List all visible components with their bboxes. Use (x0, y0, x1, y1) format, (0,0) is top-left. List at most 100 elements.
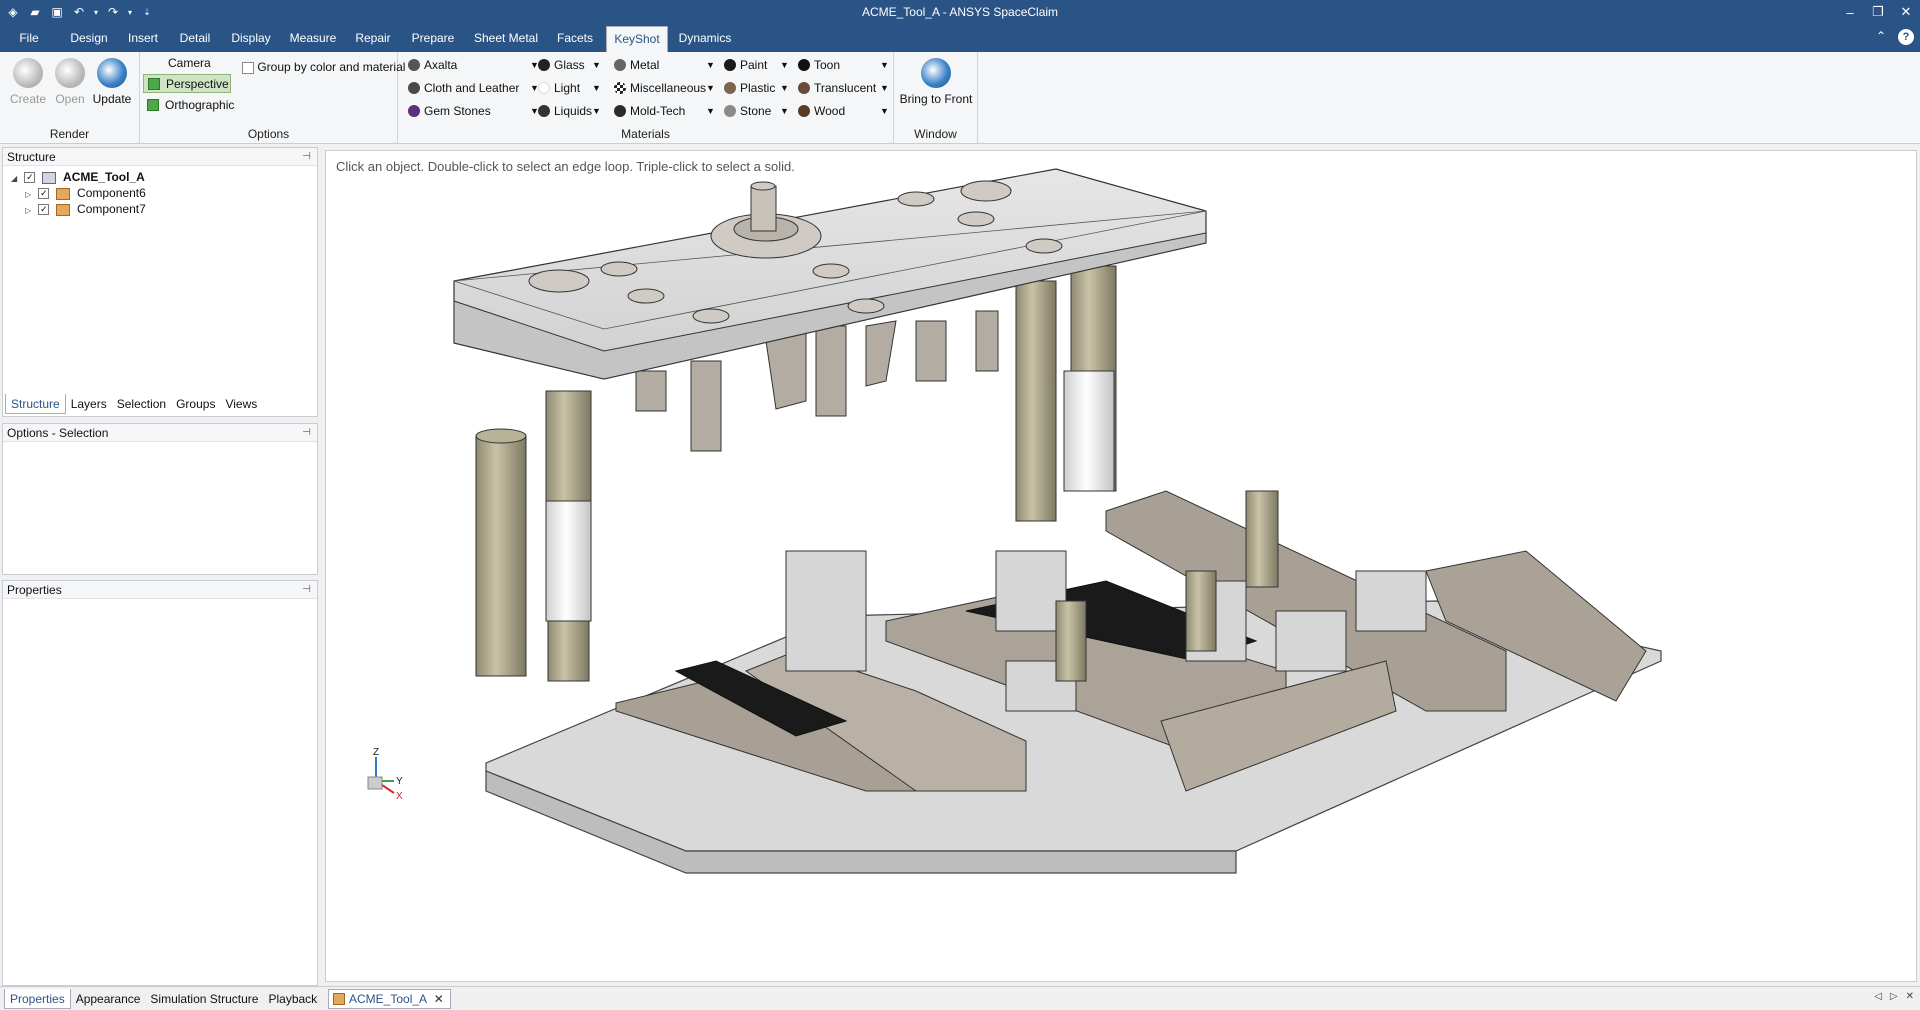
title-bar: ◈ ▰ ▣ ↶ ▾ ↷ ▾ ⇣ ACME_Tool_A - ANSYS Spac… (0, 0, 1920, 24)
tab-sheet-metal[interactable]: Sheet Metal (472, 24, 540, 52)
material-metal[interactable]: Metal ▼ (614, 56, 715, 74)
3d-viewport[interactable]: Click an object. Double-click to select … (325, 150, 1917, 982)
open-button[interactable]: Open (50, 58, 90, 106)
chevron-down-icon[interactable]: ▼ (880, 102, 889, 120)
chevron-down-icon[interactable]: ▼ (880, 79, 889, 97)
document-tab[interactable]: ACME_Tool_A ✕ (328, 989, 451, 1009)
material-axalta[interactable]: Axalta ▼ (408, 56, 539, 74)
scroll-right-icon[interactable]: ▷ (1890, 991, 1898, 1002)
tab-selection[interactable]: Selection (112, 394, 171, 414)
checkbox-icon[interactable]: ✓ (38, 188, 50, 200)
material-light[interactable]: Light ▼ (538, 79, 601, 97)
material-gem-stones[interactable]: Gem Stones ▼ (408, 102, 539, 120)
scroll-left-icon[interactable]: ◁ (1874, 991, 1882, 1002)
chevron-down-icon[interactable]: ▼ (706, 56, 715, 74)
tab-layers[interactable]: Layers (66, 394, 112, 414)
tab-insert[interactable]: Insert (120, 24, 166, 52)
collapse-ribbon-icon[interactable]: ⌃ (1876, 29, 1886, 45)
bring-to-front-button[interactable]: Bring to Front (896, 58, 976, 106)
document-icon (333, 993, 345, 1005)
chevron-down-icon[interactable]: ▼ (706, 79, 715, 97)
close-icon[interactable]: ✕ (1906, 991, 1914, 1002)
material-miscellaneous[interactable]: Miscellaneous ▼ (614, 79, 715, 97)
pin-icon[interactable]: ⊣ (302, 424, 311, 442)
ribbon: Create Open Update Render Camera Perspec… (0, 52, 1920, 144)
chevron-down-icon[interactable]: ▼ (780, 56, 789, 74)
tab-structure[interactable]: Structure (5, 394, 66, 414)
component-icon (55, 187, 70, 200)
window-group: Bring to Front Window (894, 52, 978, 144)
material-glass[interactable]: Glass ▼ (538, 56, 601, 74)
checkbox-icon[interactable]: ✓ (38, 204, 50, 216)
material-wood[interactable]: Wood ▼ (798, 102, 889, 120)
tab-appearance[interactable]: Appearance (71, 989, 146, 1009)
close-button[interactable]: ✕ (1892, 0, 1920, 24)
chevron-down-icon[interactable]: ▼ (592, 79, 601, 97)
properties-tabs: Properties Appearance Simulation Structu… (4, 989, 322, 1009)
ribbon-tab-bar: File Design Insert Detail Display Measur… (0, 24, 1920, 52)
material-paint[interactable]: Paint ▼ (724, 56, 789, 74)
tab-groups[interactable]: Groups (171, 394, 220, 414)
material-cloth-and-leather[interactable]: Cloth and Leather ▼ (408, 79, 539, 97)
tab-file[interactable]: File (6, 24, 52, 52)
help-icon[interactable]: ? (1898, 29, 1914, 45)
chevron-down-icon[interactable]: ▼ (706, 102, 715, 120)
tab-display[interactable]: Display (225, 24, 277, 52)
cloth-ball-icon (408, 82, 420, 94)
materials-group: Axalta ▼ Cloth and Leather ▼ Gem Stones … (398, 52, 894, 144)
tab-properties[interactable]: Properties (4, 989, 71, 1009)
tree-item-component7[interactable]: ▷ ✓ Component7 (25, 202, 146, 216)
tab-keyshot[interactable]: KeyShot (606, 26, 668, 52)
moldtech-ball-icon (614, 105, 626, 117)
create-button[interactable]: Create (8, 58, 48, 106)
orthographic-button[interactable]: Orthographic (143, 96, 243, 115)
expand-triangle-icon[interactable]: ▷ (25, 206, 35, 215)
tab-dynamics[interactable]: Dynamics (674, 24, 736, 52)
translucent-ball-icon (798, 82, 810, 94)
structure-tabs: Structure Layers Selection Groups Views (5, 394, 262, 414)
axis-triad-icon: Z Y X (367, 747, 403, 802)
chevron-down-icon[interactable]: ▼ (780, 102, 789, 120)
tab-measure[interactable]: Measure (285, 24, 341, 52)
close-tab-icon[interactable]: ✕ (434, 992, 444, 1006)
tab-simulation-structure[interactable]: Simulation Structure (145, 989, 263, 1009)
assembly-icon (41, 171, 56, 184)
perspective-button[interactable]: Perspective (143, 74, 231, 93)
checkbox-icon[interactable]: ✓ (24, 172, 36, 184)
tab-facets[interactable]: Facets (550, 24, 600, 52)
x-axis-label: X (396, 791, 403, 802)
restore-button[interactable]: ❐ (1864, 0, 1892, 24)
expand-triangle-icon[interactable]: ▷ (25, 190, 35, 199)
update-button[interactable]: Update (92, 58, 132, 106)
tree-item-component6[interactable]: ▷ ✓ Component6 (25, 186, 146, 200)
model-render[interactable]: Z Y X (326, 151, 1917, 982)
material-toon[interactable]: Toon ▼ (798, 56, 889, 74)
window-group-label: Window (914, 127, 957, 141)
metal-ball-icon (614, 59, 626, 71)
tab-playback[interactable]: Playback (263, 989, 322, 1009)
chevron-down-icon[interactable]: ▼ (592, 56, 601, 74)
tab-repair[interactable]: Repair (348, 24, 398, 52)
tab-prepare[interactable]: Prepare (406, 24, 460, 52)
tree-root[interactable]: ◢ ✓ ACME_Tool_A (11, 170, 145, 184)
structure-panel-header: Structure ⊣ (3, 148, 317, 166)
tab-design[interactable]: Design (66, 24, 112, 52)
chevron-down-icon[interactable]: ▼ (592, 102, 601, 120)
pin-icon[interactable]: ⊣ (302, 148, 311, 166)
keyshot-bring-to-front-icon (921, 58, 951, 88)
minimize-button[interactable]: – (1836, 0, 1864, 24)
material-translucent[interactable]: Translucent ▼ (798, 79, 889, 97)
stone-ball-icon (724, 105, 736, 117)
material-mold-tech[interactable]: Mold-Tech ▼ (614, 102, 715, 120)
expand-triangle-icon[interactable]: ◢ (11, 174, 21, 183)
material-liquids[interactable]: Liquids ▼ (538, 102, 601, 120)
group-by-color-checkbox[interactable]: Group by color and material (242, 60, 405, 74)
pin-icon[interactable]: ⊣ (302, 581, 311, 599)
tab-detail[interactable]: Detail (172, 24, 218, 52)
chevron-down-icon[interactable]: ▼ (880, 56, 889, 74)
tab-views[interactable]: Views (220, 394, 262, 414)
material-plastic[interactable]: Plastic ▼ (724, 79, 789, 97)
chevron-down-icon[interactable]: ▼ (780, 79, 789, 97)
toon-ball-icon (798, 59, 810, 71)
material-stone[interactable]: Stone ▼ (724, 102, 789, 120)
